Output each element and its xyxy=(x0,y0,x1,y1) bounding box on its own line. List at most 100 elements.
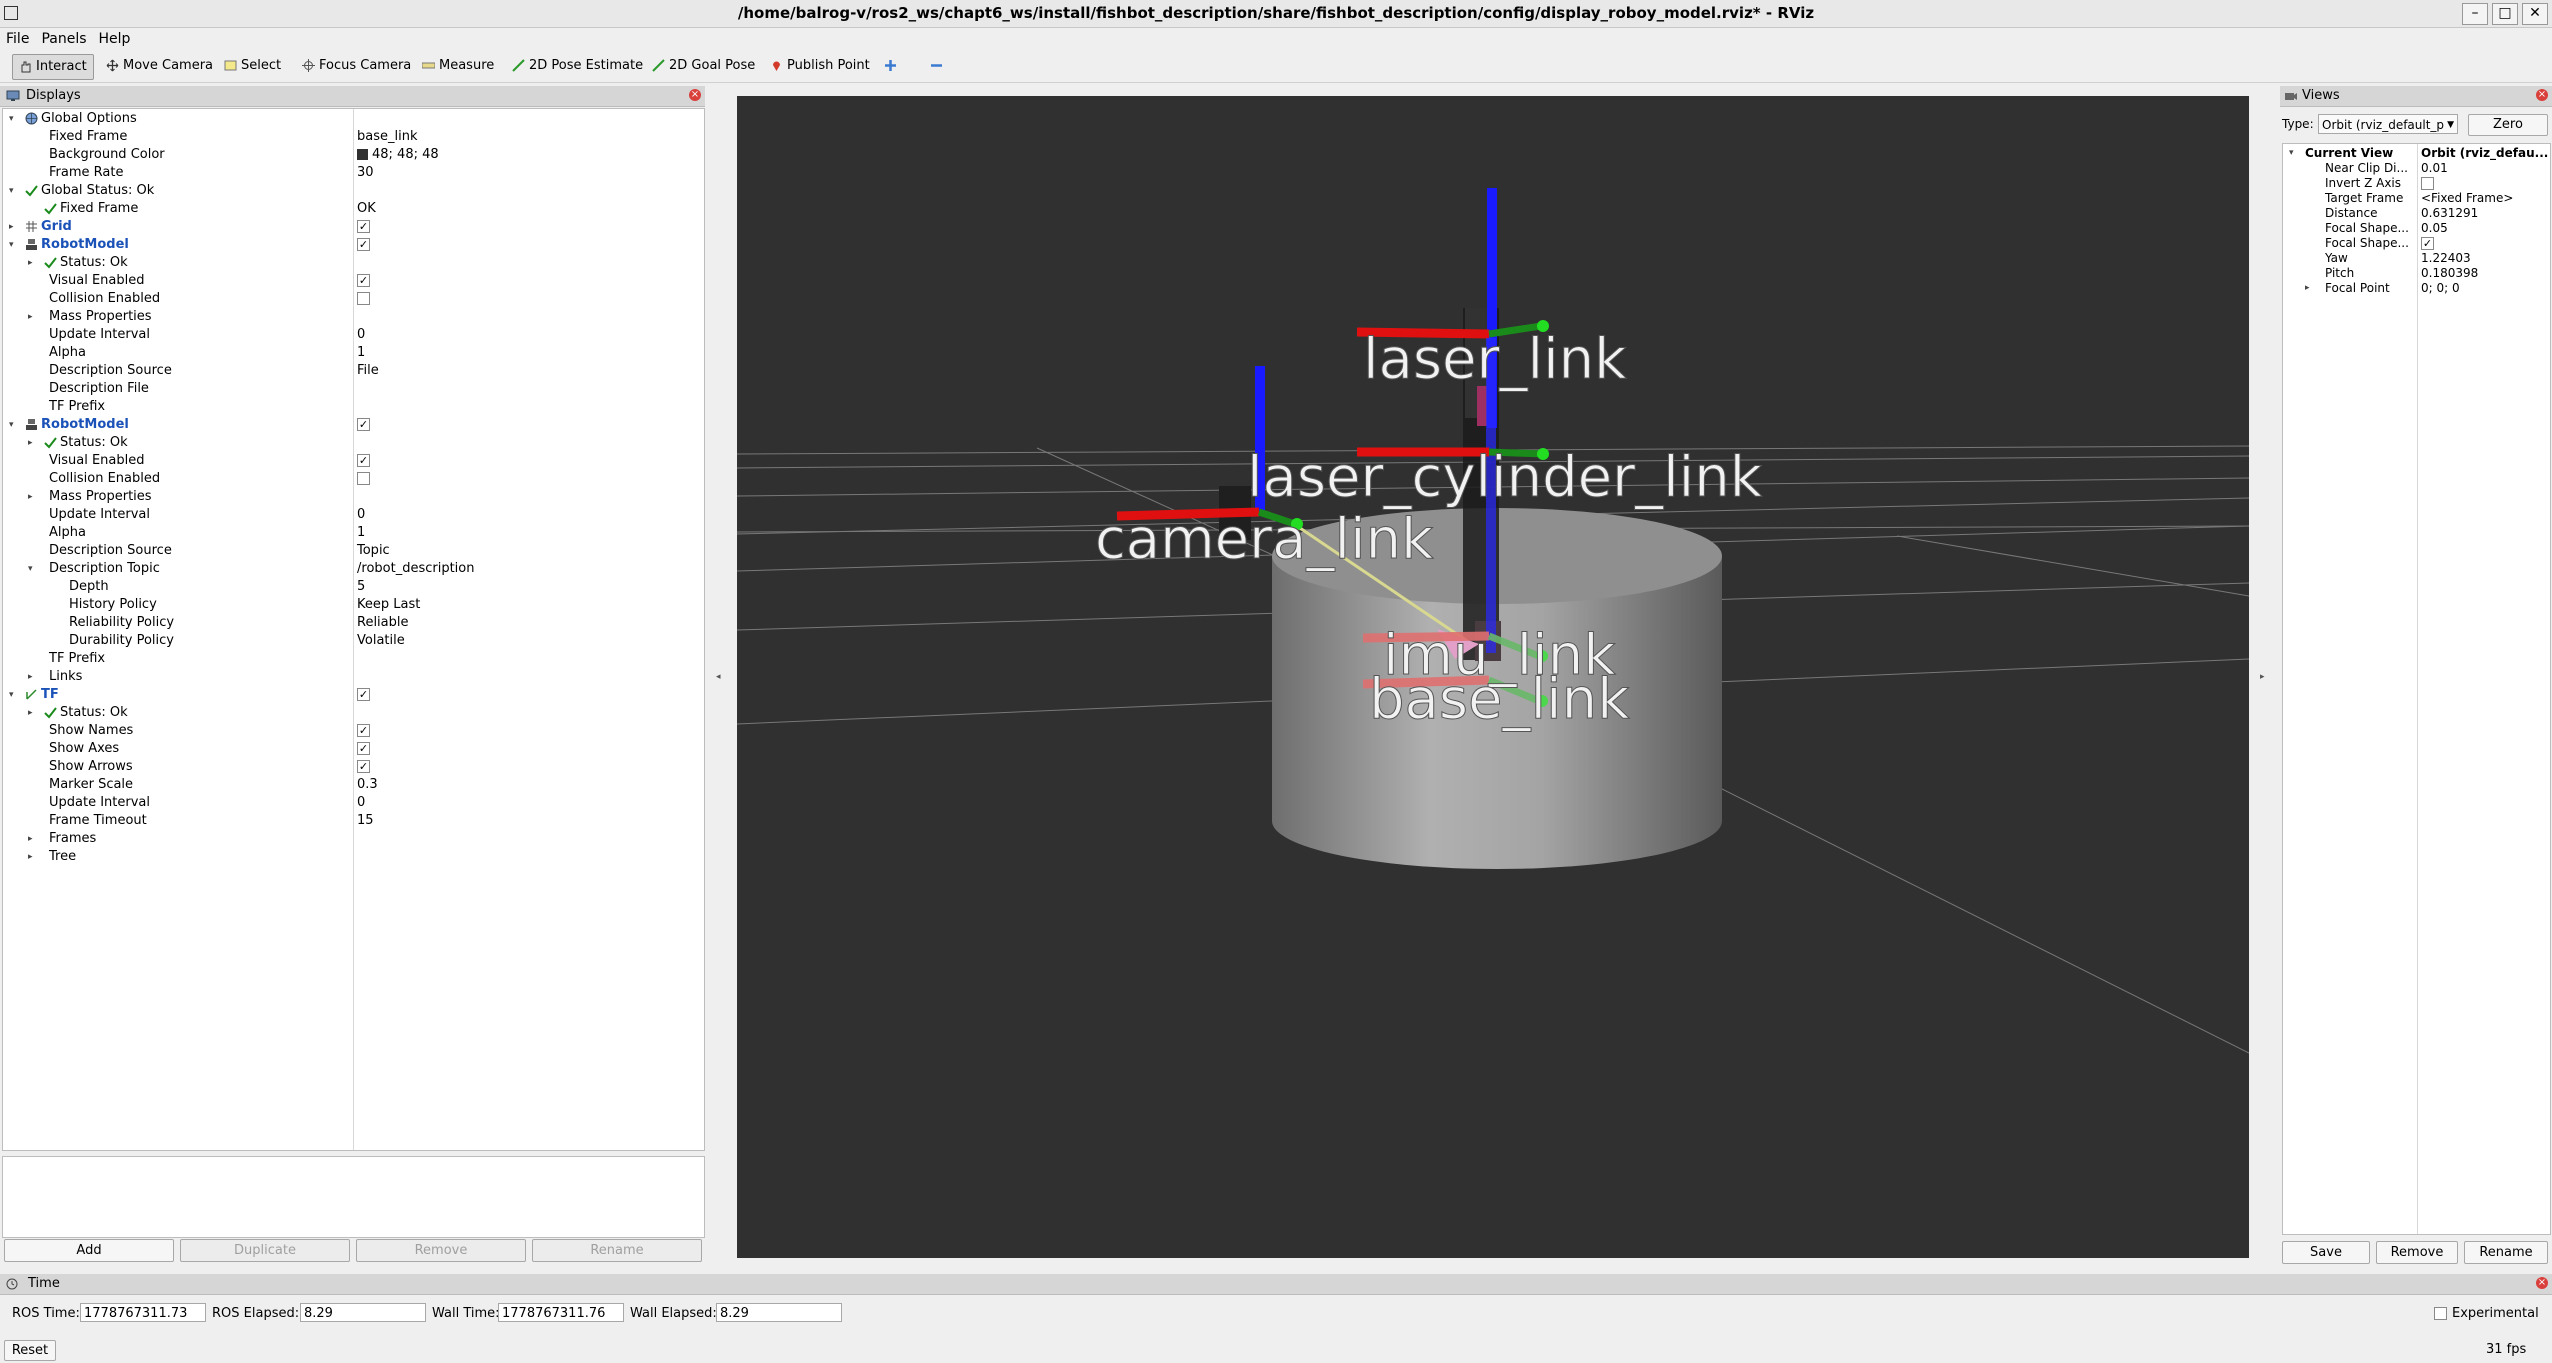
move-camera-tool[interactable]: Move Camera xyxy=(100,54,219,78)
display-row[interactable]: Alpha 1 xyxy=(3,524,703,542)
collapse-arrow-icon[interactable]: ▸ xyxy=(28,254,33,272)
display-row[interactable]: Background Color 48; 48; 48 xyxy=(3,146,703,164)
zero-button[interactable]: Zero xyxy=(2468,114,2548,136)
view-row-value[interactable]: 0.631291 xyxy=(2421,206,2478,221)
display-row-value[interactable]: 0 xyxy=(357,327,365,342)
enable-checkbox[interactable]: ✓ xyxy=(357,238,370,251)
color-swatch[interactable] xyxy=(357,149,368,160)
display-row[interactable]: Marker Scale 0.3 xyxy=(3,776,703,794)
display-row[interactable]: TF Prefix xyxy=(3,398,703,416)
display-row[interactable]: TF Prefix xyxy=(3,650,703,668)
display-row[interactable]: Show Arrows ✓ xyxy=(3,758,703,776)
display-row[interactable]: Depth 5 xyxy=(3,578,703,596)
remove-tool-button[interactable] xyxy=(924,54,953,78)
view-row[interactable]: ▸ Focal Point 0; 0; 0 xyxy=(2283,281,2551,296)
display-row-value[interactable]: /robot_description xyxy=(357,561,474,576)
interact-tool[interactable]: Interact xyxy=(12,54,94,80)
enable-checkbox[interactable]: ✓ xyxy=(357,454,370,467)
remove-view-button[interactable]: Remove xyxy=(2376,1241,2458,1264)
display-row[interactable]: ▾ RobotModel ✓ xyxy=(3,236,703,254)
display-row[interactable]: Fixed Frame OK xyxy=(3,200,703,218)
minimize-button[interactable]: – xyxy=(2462,3,2488,25)
display-row[interactable]: Frame Rate 30 xyxy=(3,164,703,182)
enable-checkbox[interactable]: ✓ xyxy=(357,688,370,701)
collapse-arrow-icon[interactable]: ▸ xyxy=(28,434,33,452)
maximize-button[interactable]: □ xyxy=(2492,3,2518,25)
close-panel-icon[interactable]: × xyxy=(2536,89,2548,101)
close-panel-icon[interactable]: × xyxy=(2536,1277,2548,1289)
add-tool-button[interactable] xyxy=(878,54,907,78)
display-row-value[interactable]: 1 xyxy=(357,345,365,360)
render-viewport[interactable]: laser_link laser_cylinder_link camera_li… xyxy=(737,96,2249,1258)
collapse-arrow-icon[interactable]: ▸ xyxy=(28,488,33,506)
view-row[interactable]: Pitch 0.180398 xyxy=(2283,266,2551,281)
menu-help[interactable]: Help xyxy=(93,28,137,47)
view-row[interactable]: Distance 0.631291 xyxy=(2283,206,2551,221)
display-row[interactable]: ▸ Frames xyxy=(3,830,703,848)
enable-checkbox[interactable]: ✓ xyxy=(357,274,370,287)
display-row[interactable]: Show Names ✓ xyxy=(3,722,703,740)
collapse-arrow-icon[interactable]: ▸ xyxy=(2305,281,2310,296)
expand-arrow-icon[interactable]: ▾ xyxy=(28,560,33,578)
collapse-arrow-icon[interactable]: ▸ xyxy=(28,830,33,848)
display-row[interactable]: ▸ Mass Properties xyxy=(3,308,703,326)
display-row[interactable]: Collision Enabled xyxy=(3,290,703,308)
ros-elapsed-field[interactable]: 8.29 xyxy=(300,1303,426,1322)
display-row[interactable]: Durability Policy Volatile xyxy=(3,632,703,650)
display-row[interactable]: Fixed Frame base_link xyxy=(3,128,703,146)
menu-panels[interactable]: Panels xyxy=(35,28,92,47)
display-row[interactable]: ▾ Global Options xyxy=(3,110,703,128)
display-row[interactable]: ▾ TF ✓ xyxy=(3,686,703,704)
view-row[interactable]: Focal Shape... 0.05 xyxy=(2283,221,2551,236)
display-row-value[interactable]: Keep Last xyxy=(357,597,420,612)
view-row[interactable]: Target Frame <Fixed Frame> xyxy=(2283,191,2551,206)
expand-arrow-icon[interactable]: ▾ xyxy=(9,236,14,254)
focus-camera-tool[interactable]: Focus Camera xyxy=(296,54,417,78)
display-row[interactable]: ▸ Status: Ok xyxy=(3,434,703,452)
display-row-value[interactable]: 48; 48; 48 xyxy=(372,147,439,162)
expand-arrow-icon[interactable]: ▾ xyxy=(9,110,14,128)
add-button[interactable]: Add xyxy=(4,1239,174,1262)
duplicate-button[interactable]: Duplicate xyxy=(180,1239,350,1262)
display-row[interactable]: ▸ Status: Ok xyxy=(3,704,703,722)
display-row[interactable]: Update Interval 0 xyxy=(3,506,703,524)
reset-button[interactable]: Reset xyxy=(4,1340,56,1361)
enable-checkbox[interactable] xyxy=(357,472,370,485)
pose-estimate-tool[interactable]: 2D Pose Estimate xyxy=(506,54,649,78)
view-row-value[interactable]: Orbit (rviz_defau... xyxy=(2421,146,2548,161)
enable-checkbox[interactable]: ✓ xyxy=(357,724,370,737)
ros-time-field[interactable]: 1778767311.73 xyxy=(80,1303,206,1322)
collapse-arrow-icon[interactable]: ▸ xyxy=(28,668,33,686)
rename-button[interactable]: Rename xyxy=(532,1239,702,1262)
enable-checkbox[interactable]: ✓ xyxy=(357,220,370,233)
display-row-value[interactable]: 15 xyxy=(357,813,374,828)
expand-arrow-icon[interactable]: ▾ xyxy=(2289,146,2294,161)
wall-elapsed-field[interactable]: 8.29 xyxy=(716,1303,842,1322)
display-row[interactable]: Update Interval 0 xyxy=(3,326,703,344)
view-type-select[interactable]: Orbit (rviz_default_p ▼ xyxy=(2318,114,2458,134)
display-row-value[interactable]: OK xyxy=(357,201,376,216)
wall-time-field[interactable]: 1778767311.76 xyxy=(498,1303,624,1322)
expand-arrow-icon[interactable]: ▾ xyxy=(9,686,14,704)
measure-tool[interactable]: Measure xyxy=(416,54,500,78)
display-row[interactable]: History Policy Keep Last xyxy=(3,596,703,614)
view-row[interactable]: Near Clip Di... 0.01 xyxy=(2283,161,2551,176)
display-row[interactable]: Visual Enabled ✓ xyxy=(3,272,703,290)
display-row-value[interactable]: 0.3 xyxy=(357,777,378,792)
display-row-value[interactable]: 30 xyxy=(357,165,374,180)
enable-checkbox[interactable] xyxy=(357,292,370,305)
view-row[interactable]: ▾ Current View Orbit (rviz_defau... xyxy=(2283,146,2551,161)
view-row[interactable]: Focal Shape... ✓ xyxy=(2283,236,2551,251)
display-row[interactable]: ▾ RobotModel ✓ xyxy=(3,416,703,434)
display-row[interactable]: ▸ Grid ✓ xyxy=(3,218,703,236)
display-row[interactable]: Frame Timeout 15 xyxy=(3,812,703,830)
view-row-value[interactable]: 0; 0; 0 xyxy=(2421,281,2460,296)
display-row-value[interactable]: base_link xyxy=(357,129,417,144)
display-row[interactable]: Visual Enabled ✓ xyxy=(3,452,703,470)
view-row-value[interactable]: 1.22403 xyxy=(2421,251,2471,266)
display-row[interactable]: ▸ Links xyxy=(3,668,703,686)
experimental-checkbox[interactable] xyxy=(2434,1306,2447,1321)
collapse-arrow-icon[interactable]: ▸ xyxy=(28,848,33,866)
save-view-button[interactable]: Save xyxy=(2282,1241,2370,1264)
display-row-value[interactable]: Reliable xyxy=(357,615,409,630)
